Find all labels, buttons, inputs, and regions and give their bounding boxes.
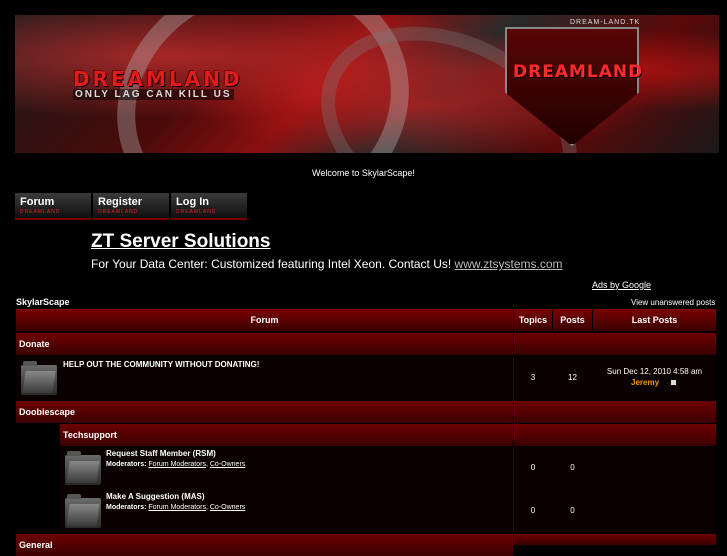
forum-title-link[interactable]: Request Staff Member (RSM) (106, 449, 216, 458)
category-general[interactable]: General (16, 534, 513, 556)
folder-icon (65, 494, 101, 528)
posts-count: 12 (568, 373, 577, 382)
forum-title-link[interactable]: Make A Suggestion (MAS) (106, 492, 205, 501)
nav-forum-button[interactable]: Forum DREAMLAND (15, 193, 91, 220)
main-nav: Forum DREAMLAND Register DREAMLAND Log I… (15, 193, 249, 220)
moderators-line: Moderators: Forum Moderators, Co-Owners (106, 461, 246, 468)
view-unanswered-link[interactable]: View unanswered posts (631, 298, 715, 307)
nav-register-button[interactable]: Register DREAMLAND (93, 193, 169, 220)
moderator-link[interactable]: Forum Moderators (148, 504, 206, 511)
posts-count: 0 (570, 463, 575, 472)
last-post-user-link[interactable]: Jeremy (631, 378, 659, 387)
forum-row: HELP OUT THE COMMUNITY WITHOUT DONATING!… (16, 356, 716, 400)
header-forum: Forum (16, 309, 513, 331)
header-topics: Topics (514, 309, 552, 331)
forum-row: Make A Suggestion (MAS) Moderators: Foru… (60, 490, 716, 532)
topics-count: 0 (530, 463, 536, 472)
topics-count: 3 (530, 373, 536, 382)
ad-url-link[interactable]: www.ztsystems.com (455, 257, 563, 271)
forum-title-link[interactable]: HELP OUT THE COMMUNITY WITHOUT DONATING! (63, 360, 259, 369)
breadcrumb[interactable]: SkylarScape (16, 297, 70, 307)
view-latest-post-icon[interactable] (671, 380, 676, 385)
nav-sublabel: DREAMLAND (20, 209, 61, 215)
moderators-label: Moderators: (106, 461, 147, 468)
nav-sublabel: DREAMLAND (98, 209, 139, 215)
header-last-post: Last Posts (593, 309, 716, 331)
header-posts: Posts (553, 309, 592, 331)
moderator-link[interactable]: Co-Owners (210, 461, 245, 468)
subcategory-techsupport[interactable]: Techsupport (60, 424, 513, 446)
category-spacer (514, 534, 716, 545)
indent-spacer (16, 424, 60, 532)
category-spacer (514, 333, 716, 355)
nav-sublabel: DREAMLAND (176, 209, 217, 215)
moderator-link[interactable]: Co-Owners (210, 504, 245, 511)
category-spacer (514, 424, 716, 446)
ad-description: For Your Data Center: Customized featuri… (91, 257, 452, 271)
ad-title-link[interactable]: ZT Server Solutions (91, 231, 270, 253)
welcome-message: Welcome to SkylarScape! (312, 168, 415, 178)
nav-login-button[interactable]: Log In DREAMLAND (171, 193, 247, 220)
ads-by-google-link[interactable]: Ads by Google (592, 280, 651, 290)
category-doobiescape[interactable]: Doobiescape (16, 401, 513, 423)
nav-label: Forum (20, 196, 55, 208)
forum-row: Request Staff Member (RSM) Moderators: F… (60, 447, 716, 490)
category-donate[interactable]: Donate (16, 333, 513, 355)
nav-label: Register (98, 196, 143, 208)
banner-url: DREAM-LAND.TK (570, 19, 641, 26)
banner-slogan: ONLY LAG CAN KILL US (73, 89, 234, 100)
topics-count: 0 (530, 506, 536, 515)
posts-count: 0 (570, 506, 575, 515)
ad-text: For Your Data Center: Customized featuri… (91, 257, 563, 271)
moderators-label: Moderators: (106, 504, 147, 511)
folder-icon (21, 361, 57, 395)
category-spacer (514, 401, 716, 423)
shield-logo-text: DREAMLAND (513, 62, 644, 82)
last-post-date: Sun Dec 12, 2010 4:58 am (606, 367, 703, 376)
banner-title: DREAMLAND (73, 67, 243, 91)
moderators-line: Moderators: Forum Moderators, Co-Owners (106, 504, 246, 511)
header-banner: DREAMLAND ONLY LAG CAN KILL US DREAM-LAN… (15, 15, 719, 153)
nav-label: Log In (176, 196, 209, 208)
moderator-link[interactable]: Forum Moderators (148, 461, 206, 468)
folder-icon (65, 451, 101, 485)
